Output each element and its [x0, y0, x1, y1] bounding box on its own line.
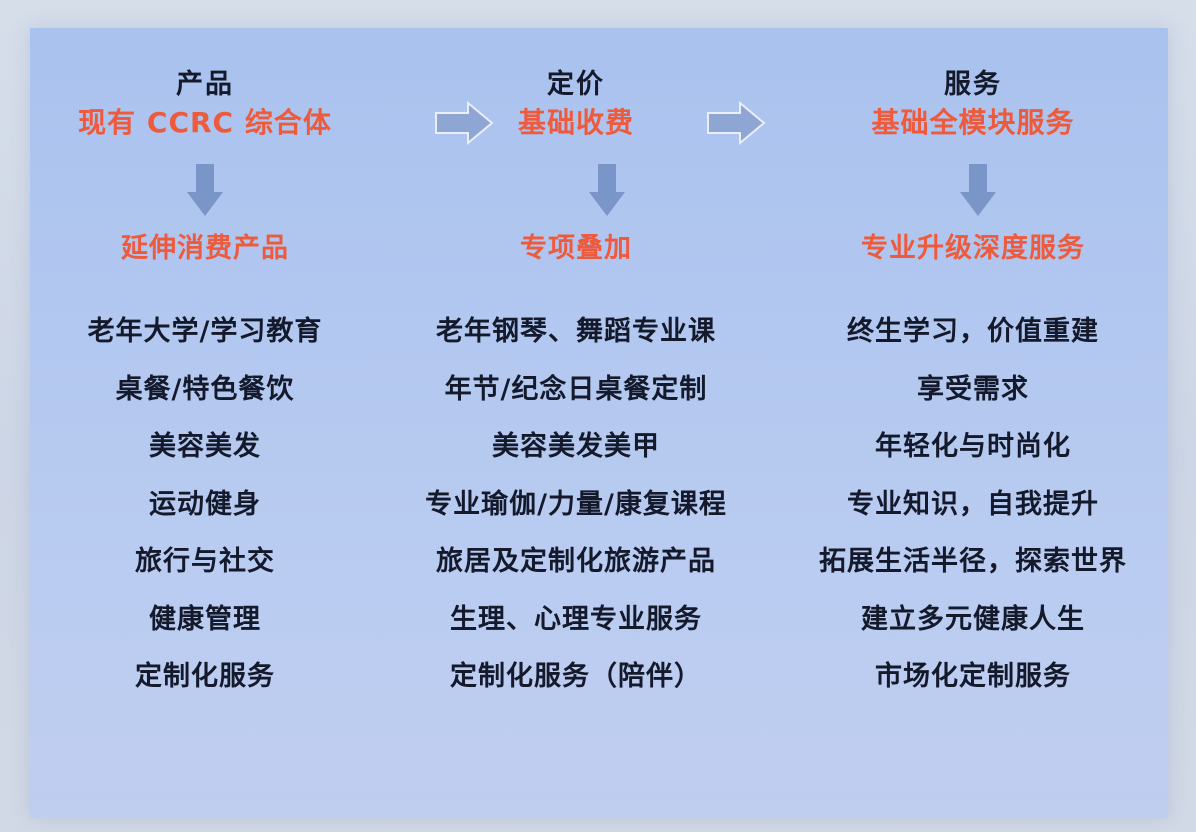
list-item: 定制化服务（陪伴）	[450, 661, 702, 692]
list-item: 享受需求	[917, 373, 1029, 405]
list-item: 拓展生活半径，探索世界	[819, 546, 1127, 577]
item-list: 老年钢琴、舞蹈专业课 年节/纪念日桌餐定制 美容美发美甲 专业瑜伽/力量/康复课…	[386, 312, 766, 715]
column-extension: 专业升级深度服务	[861, 233, 1085, 264]
list-item: 建立多元健康人生	[861, 603, 1085, 635]
down-arrow-icon	[960, 164, 996, 216]
column-subheading: 基础全模块服务	[871, 106, 1075, 139]
list-item: 美容美发	[149, 431, 261, 462]
list-item: 旅行与社交	[135, 546, 275, 577]
list-item: 定制化服务	[135, 661, 275, 692]
list-item: 专业瑜伽/力量/康复课程	[425, 488, 727, 520]
list-item: 运动健身	[149, 488, 261, 520]
column-heading: 定价	[547, 69, 605, 100]
list-item: 年节/纪念日桌餐定制	[444, 373, 708, 405]
list-item: 桌餐/特色餐饮	[115, 373, 295, 405]
list-item: 专业知识，自我提升	[847, 488, 1099, 520]
column-extension: 专项叠加	[520, 233, 632, 264]
column-subheading: 现有 CCRC 综合体	[78, 106, 332, 139]
list-item: 健康管理	[149, 603, 261, 635]
down-arrow-icon	[589, 164, 625, 216]
down-arrow-icon	[187, 164, 223, 216]
column-heading: 服务	[944, 69, 1002, 100]
list-item: 老年大学/学习教育	[87, 316, 323, 347]
column-heading: 产品	[176, 69, 234, 100]
item-list: 老年大学/学习教育 桌餐/特色餐饮 美容美发 运动健身 旅行与社交 健康管理 定…	[40, 312, 370, 715]
list-item: 生理、心理专业服务	[450, 603, 702, 635]
list-item: 美容美发美甲	[492, 431, 660, 462]
list-item: 终生学习，价值重建	[847, 316, 1099, 347]
list-item: 市场化定制服务	[875, 661, 1071, 692]
column-extension: 延伸消费产品	[121, 233, 289, 264]
slide: 产品 现有 CCRC 综合体 延伸消费产品 老年大学/学习教育 桌餐/特色餐饮 …	[30, 28, 1168, 818]
list-item: 年轻化与时尚化	[875, 431, 1071, 462]
item-list: 终生学习，价值重建 享受需求 年轻化与时尚化 专业知识，自我提升 拓展生活半径，…	[782, 312, 1164, 715]
list-item: 旅居及定制化旅游产品	[436, 546, 716, 577]
column-subheading: 基础收费	[517, 106, 634, 139]
list-item: 老年钢琴、舞蹈专业课	[436, 316, 716, 347]
